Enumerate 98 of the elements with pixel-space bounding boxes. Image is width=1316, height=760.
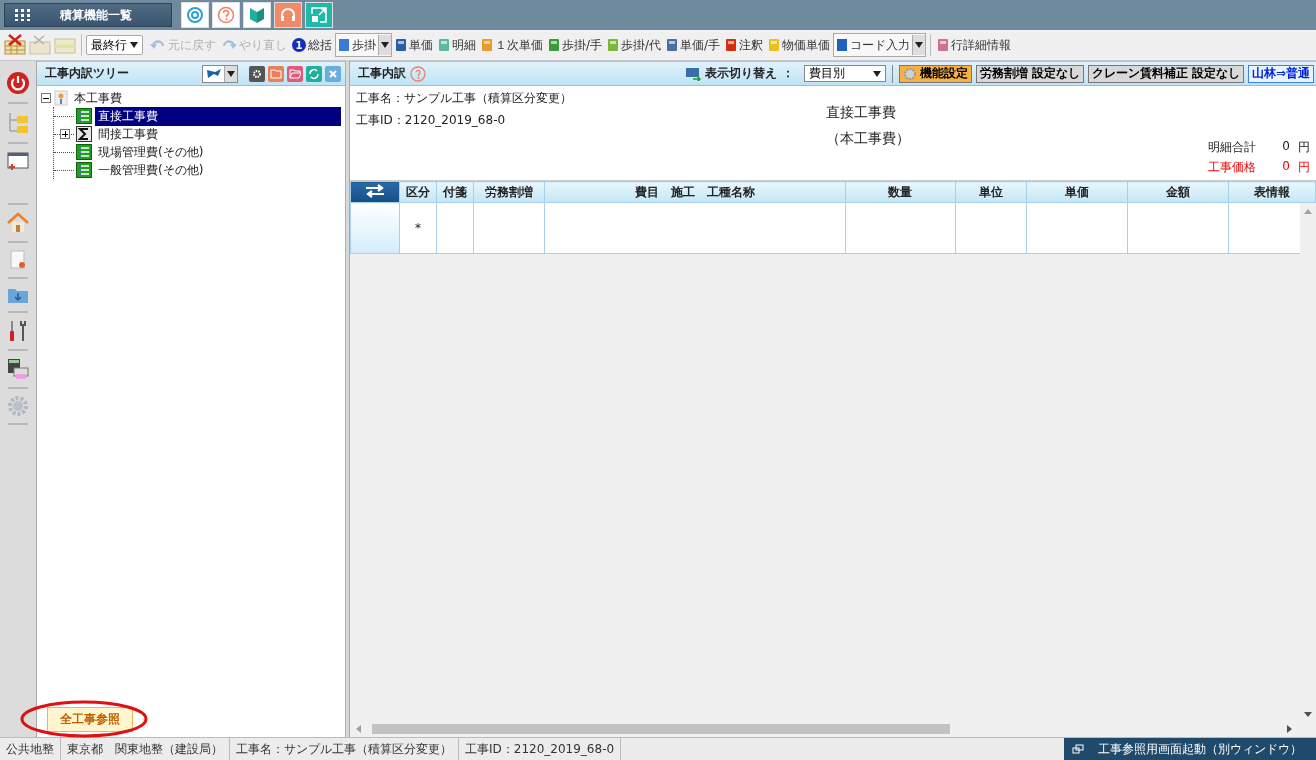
toolbar-button[interactable]: 1 総括: [290, 34, 334, 56]
launch-window-button[interactable]: 工事参照用画面起動（別ウィンドウ）: [1064, 738, 1316, 760]
function-list-button[interactable]: 積算機能一覧: [4, 3, 172, 27]
book-icon: [937, 38, 950, 52]
total-value: 0: [1281, 139, 1290, 155]
grid-icon: [15, 9, 31, 21]
section-subheading: （本工事費）: [826, 130, 910, 148]
toolbar-button[interactable]: 歩掛/手: [546, 34, 605, 56]
total-value: 0: [1281, 159, 1290, 175]
help-icon[interactable]: [410, 65, 426, 82]
setting-status-button[interactable]: クレーン賃料補正 設定なし: [1087, 64, 1244, 83]
panel-title: 工事内訳ツリー: [45, 65, 129, 82]
display-mode-select[interactable]: 費目別: [803, 65, 886, 82]
book-icon: [607, 38, 620, 52]
swap-columns-button[interactable]: [350, 181, 400, 203]
book-icon: [666, 38, 679, 52]
new-window-icon: [1072, 744, 1084, 754]
tree-item[interactable]: 本工事費: [71, 88, 125, 108]
project-name: 工事名：サンプル工事（積算区分変更）: [356, 90, 573, 107]
row-position-select[interactable]: 最終行: [86, 35, 143, 55]
toolbar-button[interactable]: 明細: [436, 34, 478, 56]
gear-icon: [902, 66, 917, 81]
toolbar-button[interactable]: 歩掛/代: [605, 34, 664, 56]
monitor-switch-icon: [685, 66, 702, 81]
close-icon[interactable]: [325, 65, 341, 82]
display-switch-label: 表示切り替え ：: [705, 65, 794, 82]
tree-item[interactable]: 現場管理費(その他): [95, 142, 207, 162]
house-icon[interactable]: [7, 212, 29, 234]
book-icon: [338, 38, 350, 52]
book-icon: [395, 38, 407, 52]
book-icon: [725, 38, 738, 52]
window-plus-icon[interactable]: [7, 151, 29, 171]
status-text: 工事ID：2120_2019_68-0: [459, 738, 622, 760]
currency-unit: 円: [1298, 139, 1310, 156]
person-document-icon: [54, 90, 68, 106]
column-header[interactable]: 労務割増: [473, 181, 545, 203]
status-text: 東京都 関東地整（建設局）: [61, 738, 230, 760]
panel-title: 工事内訳: [358, 65, 406, 82]
document-icon[interactable]: [10, 250, 26, 270]
delete-table-icon[interactable]: [3, 34, 27, 56]
terrain-toggle-button[interactable]: 山林⇒普通: [1247, 64, 1314, 83]
list-icon: [76, 108, 92, 124]
column-header[interactable]: 区分: [399, 181, 437, 203]
cut-table-icon: [28, 34, 52, 56]
currency-unit: 円: [1298, 159, 1310, 176]
number-badge: 1: [292, 38, 306, 52]
toolbar-button[interactable]: 単価/手: [664, 34, 723, 56]
all-projects-button[interactable]: 全工事参照: [47, 706, 133, 732]
toolbar-button[interactable]: 行詳細情報: [935, 34, 1014, 56]
headset-icon[interactable]: [274, 2, 302, 28]
column-header[interactable]: 費目 施工 工種名称: [544, 181, 846, 203]
tree-item[interactable]: 一般管理費(その他): [95, 160, 207, 180]
toolbar-button[interactable]: 単価: [393, 34, 435, 56]
table-cell: [473, 202, 545, 254]
toolbar-button[interactable]: １次単価: [479, 34, 545, 56]
status-text: 公共地整: [0, 738, 61, 760]
column-header[interactable]: 単位: [955, 181, 1027, 203]
tree-item[interactable]: 直接工事費: [95, 106, 341, 126]
table-cell: [436, 202, 474, 254]
book-icon: [481, 38, 493, 52]
caret-icon: [872, 70, 881, 77]
column-header[interactable]: 付箋: [436, 181, 474, 203]
column-header[interactable]: 金額: [1127, 181, 1229, 203]
status-text: 工事名：サンプル工事（積算区分変更）: [230, 738, 459, 760]
power-icon[interactable]: [6, 71, 30, 95]
refresh-icon[interactable]: [306, 65, 322, 82]
tree-toggle[interactable]: [60, 129, 70, 139]
settings-button[interactable]: 機能設定: [898, 64, 972, 83]
table-cell: [955, 202, 1027, 254]
list-icon: [76, 144, 92, 160]
total-label: 明細合計: [1208, 139, 1256, 156]
tree-item[interactable]: 間接工事費: [95, 124, 161, 144]
column-header[interactable]: 数量: [845, 181, 956, 203]
gear-icon[interactable]: [249, 65, 265, 82]
total-label: 工事価格: [1208, 159, 1256, 176]
folder-open-icon[interactable]: [287, 65, 303, 82]
list-icon: [76, 162, 92, 178]
folder-download-icon[interactable]: [7, 286, 29, 304]
project-id: 工事ID：2120_2019_68-0: [356, 112, 507, 129]
table-cell: *: [399, 202, 437, 254]
column-header[interactable]: 表情報: [1228, 181, 1316, 203]
tree-toggle[interactable]: [41, 93, 51, 103]
printer-calculator-icon[interactable]: [7, 358, 29, 380]
book-icon: [836, 38, 849, 52]
sigma-icon: [76, 126, 92, 142]
column-header[interactable]: 単価: [1026, 181, 1128, 203]
section-heading: 直接工事費: [826, 104, 897, 122]
caret-icon: [130, 42, 138, 48]
toolbar-button[interactable]: 物価単価: [766, 34, 833, 56]
tools-icon[interactable]: [8, 320, 28, 342]
toolbar-button[interactable]: 注釈: [723, 34, 766, 56]
expand-icon[interactable]: [305, 2, 333, 28]
book-icon: [548, 38, 560, 52]
flag-dropdown[interactable]: [202, 64, 238, 83]
book-icon: [438, 38, 450, 52]
swap-arrows-icon: [363, 183, 386, 198]
book-icon: [768, 38, 781, 52]
setting-status-button[interactable]: 労務割増 設定なし: [975, 64, 1084, 83]
